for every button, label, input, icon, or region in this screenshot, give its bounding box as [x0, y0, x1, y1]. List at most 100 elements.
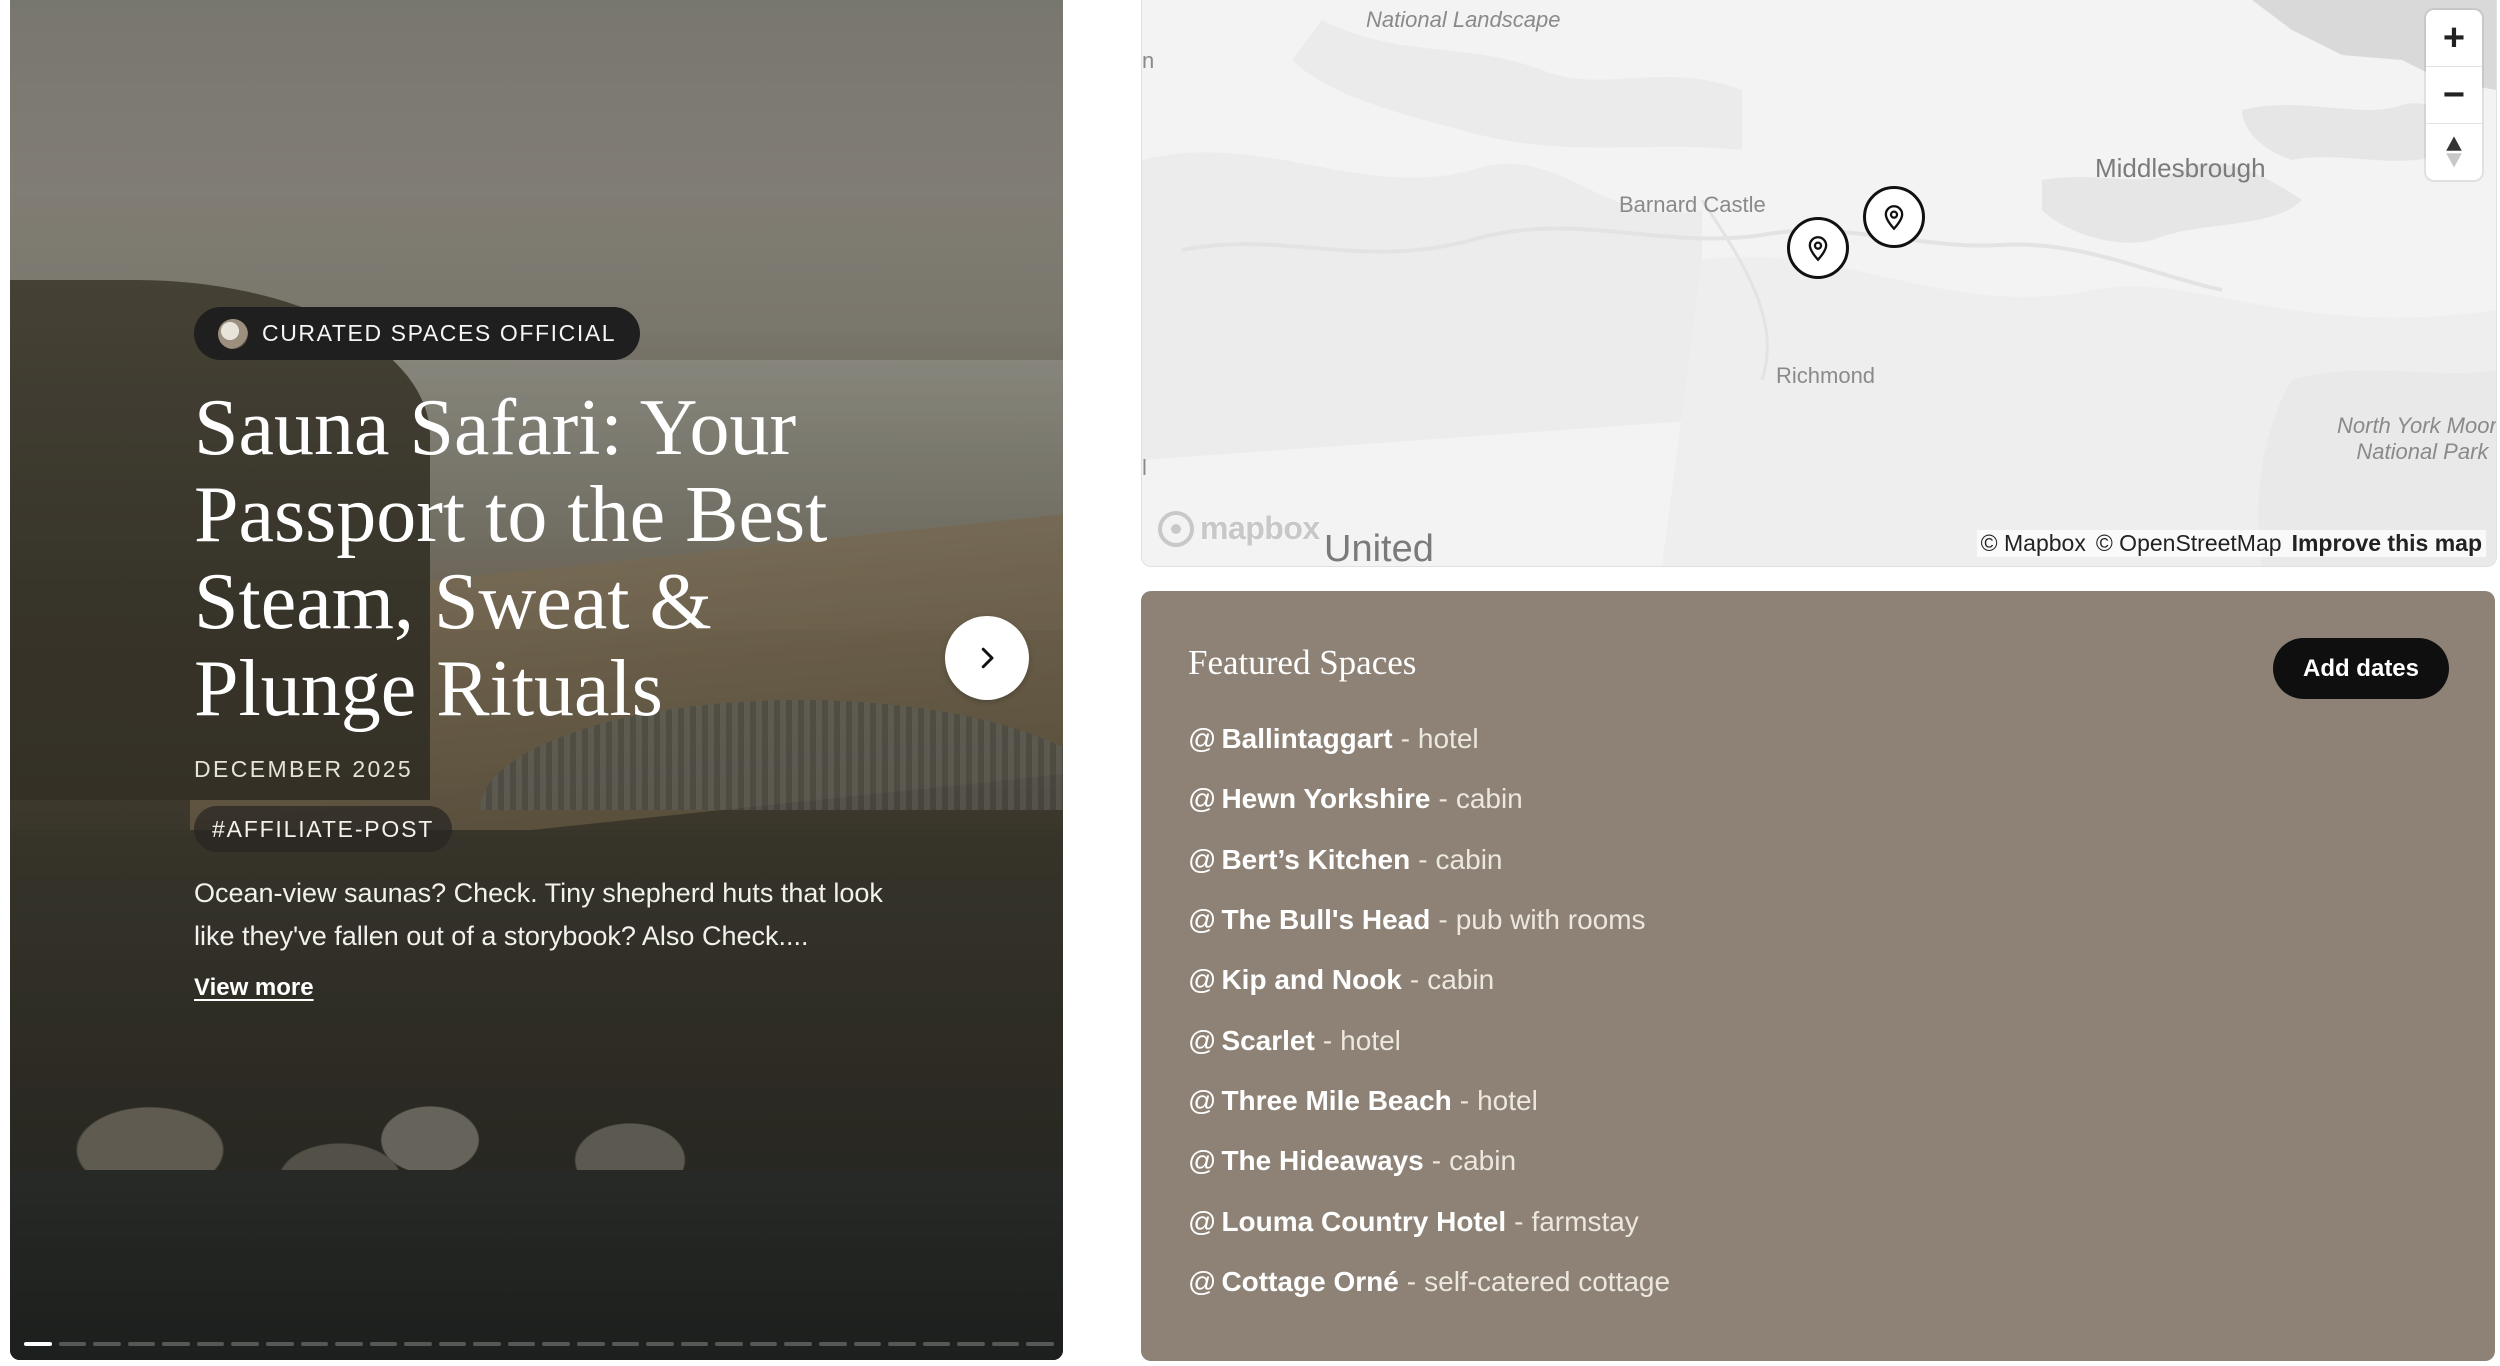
- progress-segment[interactable]: [922, 1342, 951, 1346]
- progress-segment[interactable]: [749, 1342, 778, 1346]
- improve-map-link[interactable]: Improve this map: [2292, 530, 2482, 557]
- featured-spaces-list: @ Ballintaggart - hotel @ Hewn Yorkshire - cabi…: [1188, 709, 1670, 1312]
- space-type: self-catered cottage: [1424, 1265, 1671, 1297]
- space-list-item[interactable]: @ The Hideaways - cabin: [1188, 1131, 1670, 1191]
- map-label-edge-n: n: [1142, 48, 1155, 73]
- progress-segment[interactable]: [577, 1342, 605, 1346]
- space-name[interactable]: Kip and Nook: [1221, 964, 1401, 996]
- map-label-richmond: Richmond: [1776, 363, 1876, 388]
- progress-segment[interactable]: [162, 1342, 190, 1346]
- map-label-country: United: [1324, 528, 1434, 567]
- space-name[interactable]: Cottage Orné: [1221, 1266, 1398, 1298]
- space-name[interactable]: Louma Country Hotel: [1221, 1206, 1506, 1238]
- add-dates-button[interactable]: Add dates: [2272, 638, 2449, 699]
- attribution-mapbox[interactable]: © Mapbox: [1981, 530, 2086, 557]
- location-pin-icon: [1808, 236, 1828, 262]
- hero-carousel[interactable]: CURATED SPACES OFFICIAL Sauna Safari: Yo…: [10, 0, 1063, 1360]
- space-separator: -: [1400, 723, 1410, 755]
- progress-segment[interactable]: [646, 1342, 674, 1346]
- map-marker-pin-2[interactable]: [1863, 186, 1925, 248]
- attribution-osm[interactable]: © OpenStreetMap: [2096, 530, 2282, 557]
- progress-segment[interactable]: [58, 1342, 87, 1346]
- plus-icon: +: [2442, 16, 2466, 59]
- zoom-in-button[interactable]: +: [2426, 10, 2482, 67]
- space-name[interactable]: Bert’s Kitchen: [1221, 844, 1410, 876]
- progress-segment[interactable]: [196, 1342, 225, 1346]
- author-badge[interactable]: CURATED SPACES OFFICIAL: [194, 307, 641, 360]
- affiliate-tag[interactable]: #AFFILIATE-POST: [194, 806, 453, 852]
- space-list-item[interactable]: @ Kip and Nook - cabin: [1188, 950, 1670, 1010]
- map-label-middlesbrough: Middlesbrough: [2095, 153, 2266, 183]
- map-label-north-york-moors: North York Moors National Park: [2337, 413, 2497, 464]
- space-type: hotel: [1340, 1024, 1401, 1056]
- space-separator: -: [1409, 964, 1420, 996]
- next-slide-button[interactable]: [945, 616, 1029, 700]
- at-symbol: @: [1188, 843, 1217, 875]
- space-separator: -: [1431, 1145, 1442, 1177]
- space-type: cabin: [1455, 783, 1523, 815]
- reset-north-button[interactable]: [2426, 124, 2482, 180]
- at-symbol: @: [1188, 723, 1217, 755]
- space-list-item[interactable]: @ Louma Country Hotel - farmstay: [1188, 1191, 1670, 1251]
- space-name[interactable]: The Hideaways: [1221, 1145, 1423, 1177]
- progress-segment[interactable]: [300, 1342, 329, 1346]
- progress-segment[interactable]: [784, 1342, 812, 1346]
- progress-segment[interactable]: [438, 1342, 467, 1346]
- progress-segment[interactable]: [818, 1342, 847, 1346]
- space-list-item[interactable]: @ Scarlet - hotel: [1188, 1010, 1670, 1070]
- progress-segment[interactable]: [542, 1342, 570, 1346]
- space-name[interactable]: Hewn Yorkshire: [1221, 783, 1430, 815]
- progress-segment[interactable]: [127, 1342, 156, 1346]
- featured-spaces-panel: Featured Spaces Add dates @ Ballintaggart…: [1141, 591, 2495, 1361]
- progress-segment[interactable]: [1026, 1342, 1054, 1346]
- space-list-item[interactable]: @ Hewn Yorkshire - cabin: [1188, 769, 1670, 829]
- progress-segment[interactable]: [265, 1342, 294, 1346]
- hero-title: Sauna Safari: Your Passport to the Best …: [194, 384, 828, 733]
- space-name[interactable]: Scarlet: [1221, 1025, 1314, 1057]
- progress-segment[interactable]: [93, 1342, 121, 1346]
- slide-progress: [24, 1342, 1054, 1346]
- space-list-item[interactable]: @ Bert’s Kitchen - cabin: [1188, 830, 1670, 890]
- space-name[interactable]: Ballintaggart: [1221, 723, 1392, 755]
- progress-segment[interactable]: [991, 1342, 1020, 1346]
- view-more-link[interactable]: View more: [194, 974, 314, 1002]
- progress-segment[interactable]: [888, 1342, 916, 1346]
- progress-segment[interactable]: [680, 1342, 709, 1346]
- space-type: hotel: [1417, 723, 1479, 755]
- space-separator: -: [1459, 1084, 1470, 1116]
- map-terrain: [1142, 0, 2496, 566]
- space-name[interactable]: Three Mile Beach: [1221, 1085, 1451, 1117]
- hero-excerpt: Ocean-view saunas? Check. Tiny shepherd …: [194, 878, 883, 951]
- zoom-out-button[interactable]: −: [2426, 67, 2482, 124]
- progress-segment[interactable]: [24, 1342, 52, 1346]
- space-type: hotel: [1477, 1084, 1538, 1116]
- progress-segment[interactable]: [507, 1342, 536, 1346]
- space-name[interactable]: The Bull's Head: [1221, 904, 1430, 936]
- progress-segment[interactable]: [404, 1342, 432, 1346]
- progress-segment[interactable]: [369, 1342, 398, 1346]
- at-symbol: @: [1188, 1265, 1217, 1297]
- space-separator: -: [1438, 904, 1448, 936]
- space-list-item[interactable]: @ Three Mile Beach - hotel: [1188, 1071, 1670, 1131]
- progress-segment[interactable]: [611, 1342, 640, 1346]
- at-symbol: @: [1188, 964, 1217, 996]
- map-marker-pin-1[interactable]: [1787, 217, 1849, 279]
- map[interactable]: National Landscape n Barnard Castle Midd…: [1141, 0, 2497, 567]
- space-type: cabin: [1435, 843, 1503, 875]
- progress-segment[interactable]: [335, 1342, 363, 1346]
- progress-segment[interactable]: [853, 1342, 882, 1346]
- space-list-item[interactable]: @ The Bull's Head - pub with rooms: [1188, 890, 1670, 950]
- map-label-national-landscape: National Landscape: [1366, 7, 1561, 32]
- map-zoom-controls: + −: [2426, 10, 2482, 180]
- progress-segment[interactable]: [715, 1342, 743, 1346]
- space-list-item[interactable]: @ Cottage Orné - self-catered cottage: [1188, 1252, 1670, 1312]
- mapbox-logo[interactable]: mapbox: [1158, 510, 1320, 547]
- progress-segment[interactable]: [231, 1342, 259, 1346]
- progress-segment[interactable]: [957, 1342, 985, 1346]
- space-separator: -: [1438, 783, 1448, 815]
- progress-segment[interactable]: [473, 1342, 501, 1346]
- map-label-barnard-castle: Barnard Castle: [1619, 192, 1766, 217]
- space-list-item[interactable]: @ Ballintaggart - hotel: [1188, 709, 1670, 769]
- space-separator: -: [1406, 1265, 1417, 1297]
- minus-icon: −: [2442, 73, 2466, 116]
